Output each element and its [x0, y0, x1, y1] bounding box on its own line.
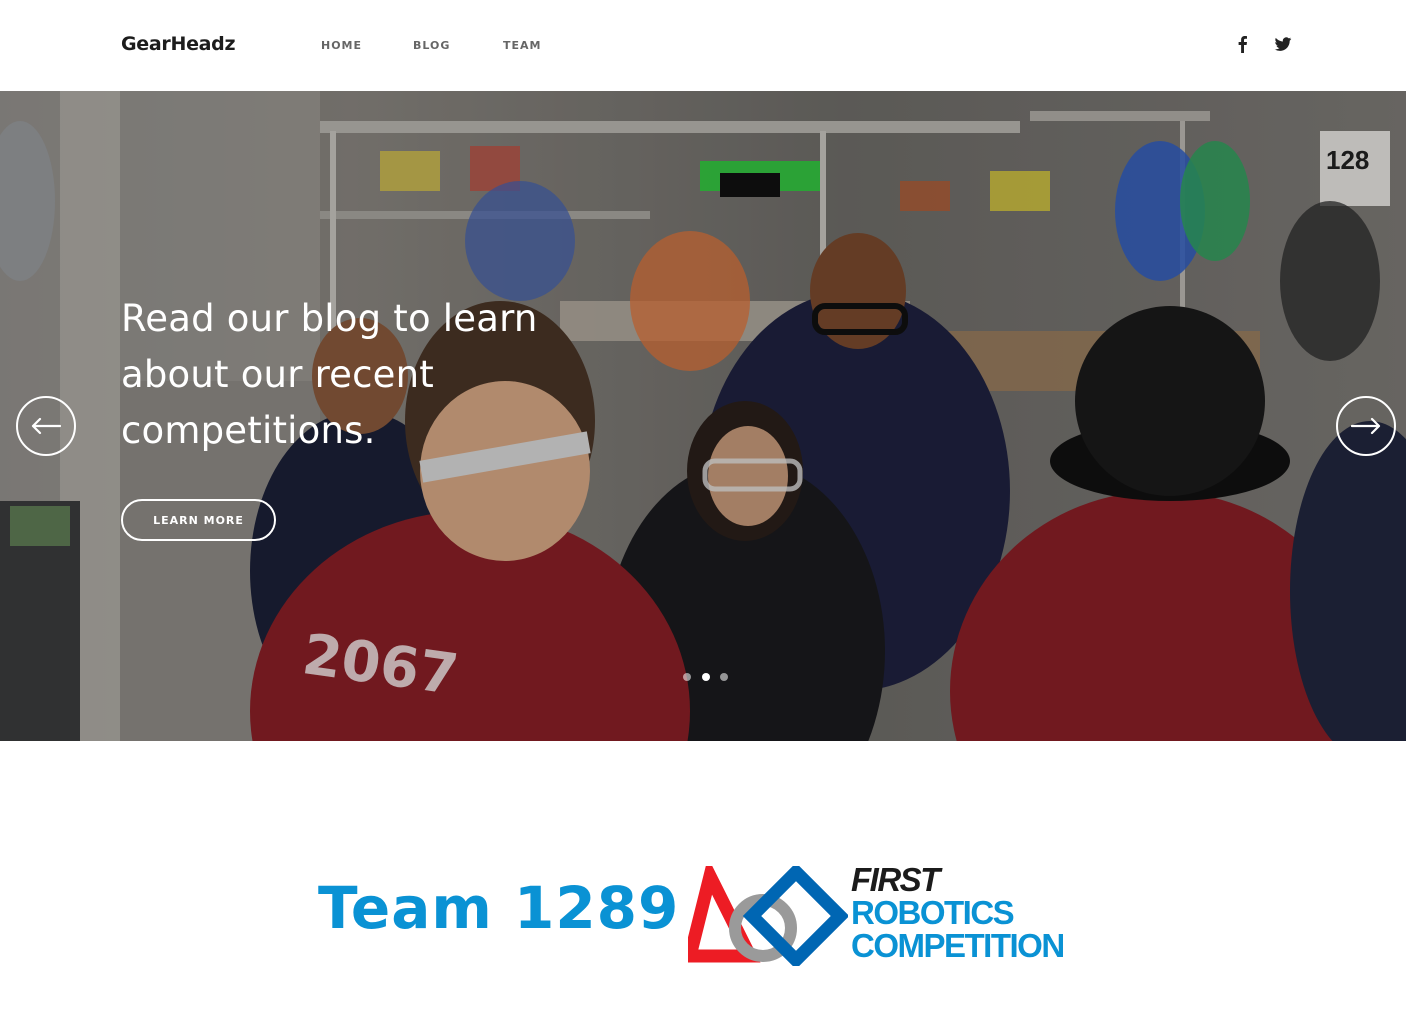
- facebook-icon[interactable]: [1233, 34, 1253, 54]
- twitter-icon[interactable]: [1273, 34, 1293, 54]
- hero-heading: Read our blog to learn about our recent …: [121, 297, 538, 452]
- frc-logo: FIRST ROBOTICS COMPETITION: [688, 862, 1098, 967]
- arrow-right-icon: [1351, 417, 1381, 435]
- frc-first-text: FIRST: [851, 861, 940, 898]
- prev-slide-button[interactable]: [16, 396, 76, 456]
- learn-more-button[interactable]: LEARN MORE: [121, 499, 276, 541]
- frc-emblem-icon: [688, 866, 848, 966]
- site-header: GearHeadz HOME BLOG TEAM: [0, 0, 1406, 91]
- hero-slider: 128 2067 Read our blog to learn about ou…: [0, 91, 1406, 741]
- slide-dot-3[interactable]: [720, 673, 728, 681]
- arrow-left-icon: [31, 417, 61, 435]
- frc-robotics-text: ROBOTICS: [851, 894, 1015, 931]
- slide-dot-1[interactable]: [683, 673, 691, 681]
- nav-team[interactable]: TEAM: [503, 39, 541, 52]
- next-slide-button[interactable]: [1336, 396, 1396, 456]
- nav-home[interactable]: HOME: [321, 39, 362, 52]
- site-logo[interactable]: GearHeadz: [121, 33, 236, 55]
- frc-competition-text: COMPETITION: [851, 927, 1065, 964]
- slide-dot-2[interactable]: [702, 673, 710, 681]
- nav-blog[interactable]: BLOG: [413, 39, 450, 52]
- team-title: Team 1289: [318, 874, 680, 942]
